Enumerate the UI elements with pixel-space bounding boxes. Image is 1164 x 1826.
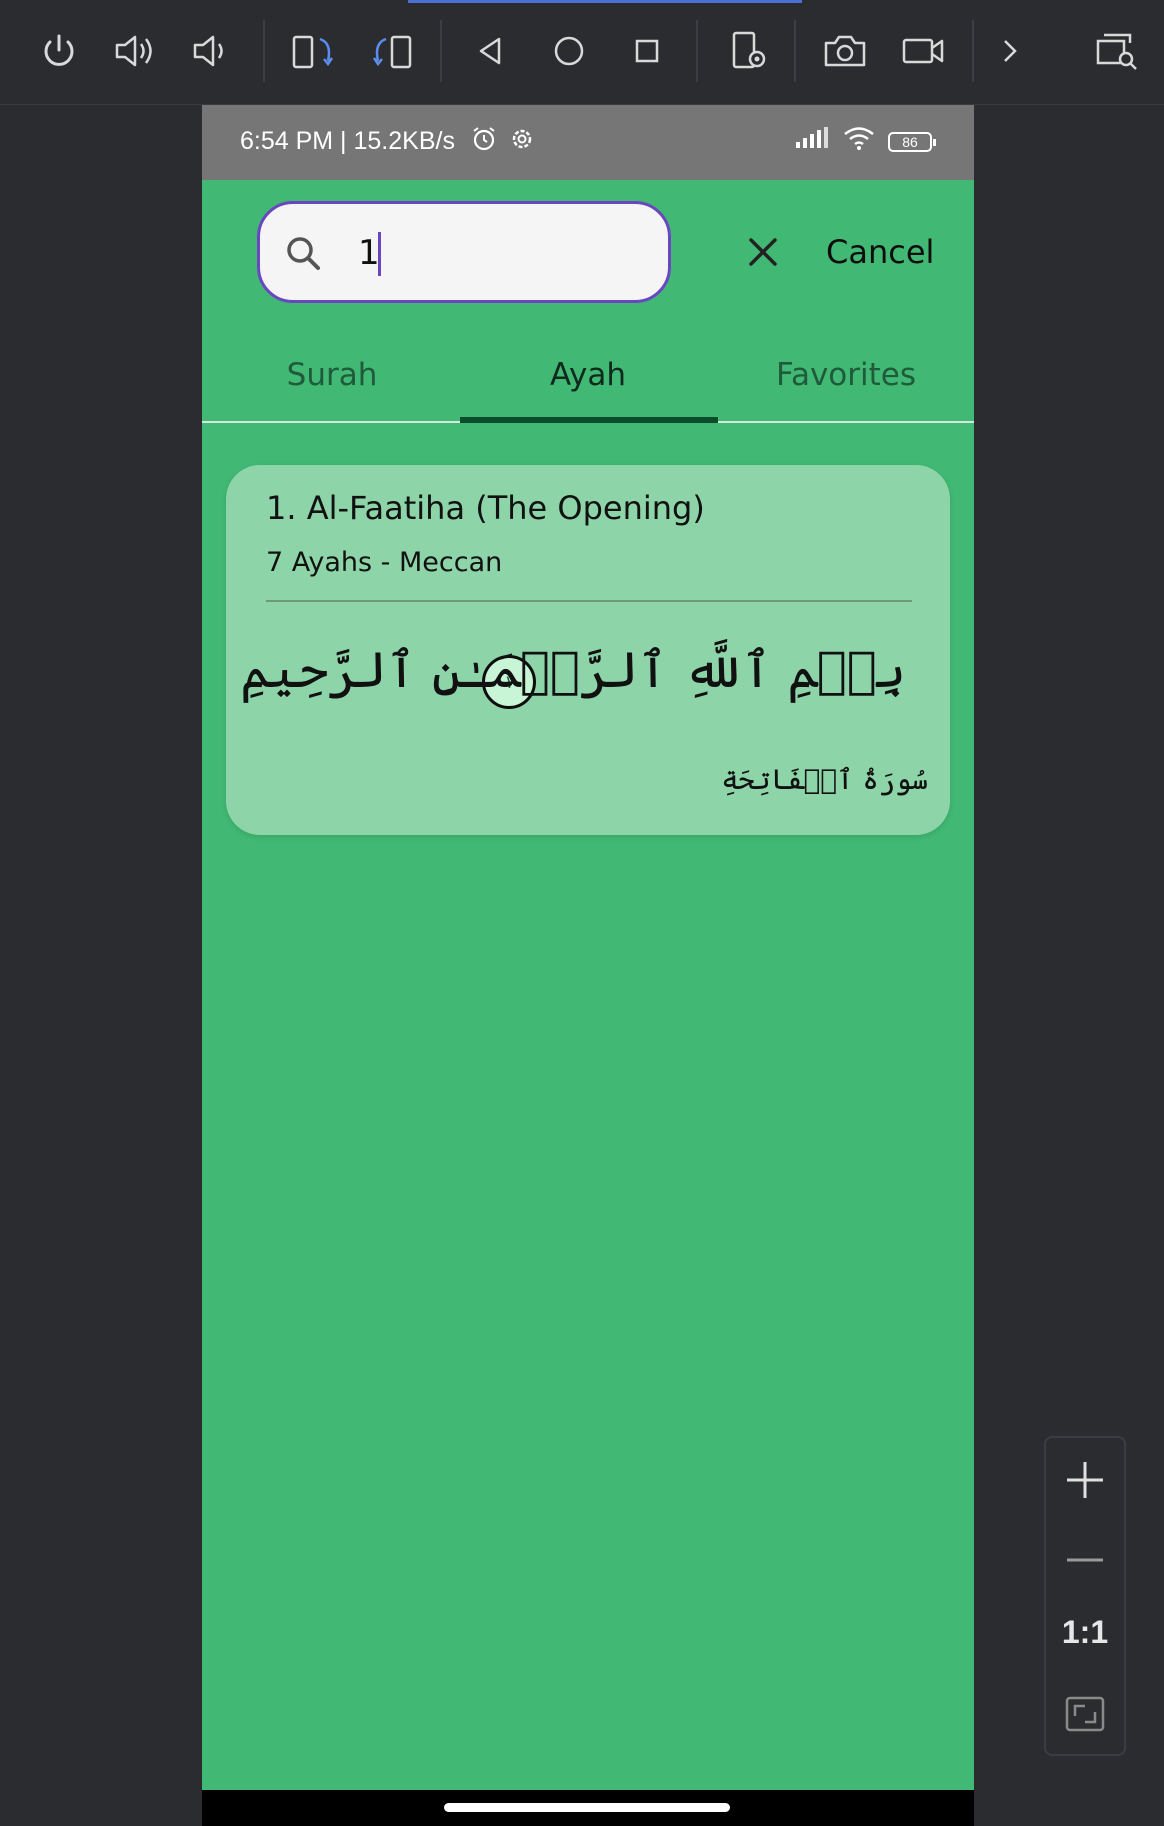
rotate-left-icon[interactable] <box>288 26 338 76</box>
ayah-result-card[interactable]: 1. Al-Faatiha (The Opening) 7 Ayahs - Me… <box>226 465 950 835</box>
rotate-right-icon[interactable] <box>368 26 418 76</box>
surah-info: 7 Ayahs - Meccan <box>266 547 503 578</box>
search-input[interactable] <box>358 230 588 276</box>
wifi-icon <box>842 125 876 158</box>
zoom-panel: 1:1 <box>1044 1436 1126 1756</box>
toolbar-separator <box>440 20 442 82</box>
home-gesture-handle[interactable] <box>444 1803 730 1812</box>
signal-icon <box>794 126 830 157</box>
overview-icon[interactable] <box>622 26 672 76</box>
power-icon[interactable] <box>34 26 84 76</box>
volume-up-icon[interactable] <box>110 26 160 76</box>
screen-search-icon[interactable] <box>1092 26 1142 76</box>
emulator-toolbar <box>0 0 1164 105</box>
surah-title: 1. Al-Faatiha (The Opening) <box>266 489 705 527</box>
toolbar-separator <box>972 20 974 82</box>
toolbar-separator <box>794 20 796 82</box>
clear-search-icon[interactable] <box>743 232 783 277</box>
home-icon[interactable] <box>544 26 594 76</box>
tab-surah[interactable]: Surah <box>204 357 460 393</box>
zoom-ratio-button[interactable]: 1:1 <box>1046 1614 1124 1651</box>
phone-screen: 6:54 PM | 15.2KB/s 86 Cancel Surah Ay <box>202 105 974 1791</box>
toolbar-accent-line <box>408 0 802 3</box>
search-box[interactable] <box>257 201 777 303</box>
zoom-out-icon[interactable] <box>1046 1538 1124 1582</box>
camera-icon[interactable] <box>820 26 870 76</box>
device-settings-icon[interactable] <box>724 26 774 76</box>
tab-favorites[interactable]: Favorites <box>718 357 974 393</box>
toolbar-separator <box>696 20 698 82</box>
search-icon <box>284 234 324 279</box>
volume-down-icon[interactable] <box>186 26 236 76</box>
zoom-in-icon[interactable] <box>1046 1458 1124 1502</box>
zoom-ratio-label: 1:1 <box>1061 1614 1109 1650</box>
settings-icon <box>508 125 536 160</box>
cancel-button[interactable]: Cancel <box>826 233 934 271</box>
card-divider <box>266 600 912 602</box>
tab-ayah[interactable]: Ayah <box>460 357 716 393</box>
toolbar-separator <box>263 20 265 82</box>
battery-indicator: 86 <box>888 131 936 152</box>
status-time: 6:54 PM | 15.2KB/s <box>240 127 455 155</box>
active-tab-indicator <box>460 417 718 423</box>
video-icon[interactable] <box>898 26 948 76</box>
status-bar: 6:54 PM | 15.2KB/s 86 <box>202 105 974 180</box>
fit-screen-icon[interactable] <box>1046 1694 1124 1734</box>
back-icon[interactable] <box>466 26 516 76</box>
alarm-icon <box>470 125 498 160</box>
more-icon[interactable] <box>985 26 1035 76</box>
ayah-text: بِسۡمِ ٱللَّهِ ٱلرَّحۡمَـٰنِ ٱلرَّحِيمِ <box>240 641 906 699</box>
text-caret <box>378 232 381 276</box>
surah-name-arabic: سُورَةُ ٱلۡفَاتِحَةِ <box>721 763 928 796</box>
